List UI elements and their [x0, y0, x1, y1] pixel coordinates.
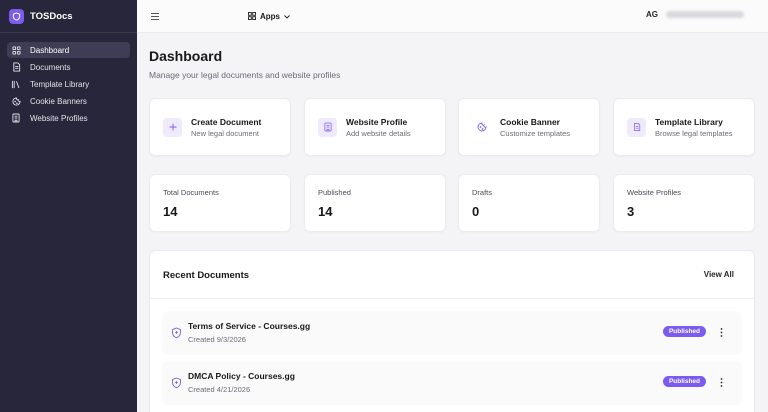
stat-website-profiles: Website Profiles 3 [613, 174, 755, 232]
shield-icon [171, 326, 182, 339]
quick-action-title: Template Library [655, 116, 723, 127]
stat-published: Published 14 [304, 174, 446, 232]
sidebar-item-cookie-banners[interactable]: Cookie Banners [7, 93, 130, 109]
page-title: Dashboard [149, 48, 223, 64]
document-row[interactable]: Terms of Service - Courses.gg Created 9/… [162, 311, 742, 355]
file-icon [11, 62, 21, 72]
status-badge: Published [662, 376, 706, 387]
sidebar-nav: Dashboard Documents Template Library Coo… [0, 33, 137, 126]
stat-drafts: Drafts 0 [458, 174, 600, 232]
sidebar-item-documents[interactable]: Documents [7, 59, 130, 75]
recent-documents-panel: Recent Documents View All Terms of Servi… [149, 250, 755, 412]
quick-action-title: Cookie Banner [500, 116, 560, 127]
quick-action-template-library[interactable]: Template Library Browse legal templates [613, 98, 755, 156]
sidebar-item-label: Documents [30, 62, 71, 72]
document-row[interactable]: DMCA Policy - Courses.gg Created 4/21/20… [162, 361, 742, 405]
sidebar-item-template-library[interactable]: Template Library [7, 76, 130, 92]
quick-action-title: Website Profile [346, 116, 408, 127]
more-options-icon[interactable] [718, 325, 724, 339]
recent-documents-title: Recent Documents [163, 270, 250, 281]
stat-value: 14 [318, 204, 333, 219]
apps-label: Apps [260, 12, 280, 21]
quick-action-title: Create Document [191, 116, 262, 127]
shield-logo-icon [9, 8, 24, 24]
topbar: Apps AG [137, 0, 768, 33]
document-name: Terms of Service - Courses.gg [188, 321, 311, 331]
cookie-icon [11, 96, 21, 106]
library-icon [11, 79, 21, 89]
sidebar-item-website-profiles[interactable]: Website Profiles [7, 110, 130, 126]
brand-name: TOSDocs [30, 10, 73, 22]
hamburger-icon [151, 12, 159, 20]
apps-grid-icon [248, 11, 256, 22]
stat-label: Published [318, 188, 351, 197]
quick-action-desc: Customize templates [500, 128, 571, 138]
stat-value: 14 [163, 204, 178, 219]
shield-icon [171, 376, 182, 389]
stat-label: Total Documents [163, 188, 219, 197]
building-icon [11, 113, 21, 123]
grid-icon [11, 45, 21, 55]
apps-menu-button[interactable]: Apps [242, 8, 296, 25]
sidebar-item-label: Dashboard [30, 45, 70, 55]
document-created-date: Created 4/21/2026 [188, 385, 251, 394]
more-options-icon[interactable] [718, 375, 724, 389]
user-menu[interactable]: AG [646, 10, 744, 19]
file-text-icon [627, 117, 646, 137]
view-all-link[interactable]: View All [704, 270, 734, 279]
building-icon [318, 117, 337, 137]
quick-action-desc: Add website details [346, 128, 411, 138]
chevron-down-icon [284, 12, 290, 21]
status-badge: Published [662, 326, 706, 337]
main-content: Dashboard Manage your legal documents an… [137, 33, 768, 412]
brand[interactable]: TOSDocs [0, 0, 137, 33]
quick-action-create-document[interactable]: Create Document New legal document [149, 98, 291, 156]
document-created-date: Created 9/3/2026 [188, 335, 246, 344]
sidebar: TOSDocs Dashboard Documents Template Lib… [0, 0, 137, 412]
menu-toggle-button[interactable] [149, 10, 161, 22]
sidebar-item-dashboard[interactable]: Dashboard [7, 42, 130, 58]
stat-label: Website Profiles [627, 188, 682, 197]
user-initials: AG [646, 10, 658, 19]
page-subtitle: Manage your legal documents and website … [149, 70, 341, 80]
quick-action-cookie-banner[interactable]: Cookie Banner Customize templates [458, 98, 600, 156]
plus-icon [163, 117, 182, 137]
cookie-icon [472, 118, 491, 137]
sidebar-item-label: Website Profiles [30, 113, 88, 123]
sidebar-item-label: Cookie Banners [30, 96, 87, 106]
sidebar-item-label: Template Library [30, 79, 90, 89]
stat-label: Drafts [472, 188, 493, 197]
stat-total-documents: Total Documents 14 [149, 174, 291, 232]
divider [150, 298, 754, 299]
user-email-redacted [666, 11, 744, 18]
quick-action-desc: Browse legal templates [655, 128, 733, 138]
stat-value: 0 [472, 204, 480, 219]
quick-action-desc: New legal document [191, 128, 259, 138]
quick-action-website-profile[interactable]: Website Profile Add website details [304, 98, 446, 156]
stat-value: 3 [627, 204, 635, 219]
document-name: DMCA Policy - Courses.gg [188, 371, 295, 381]
